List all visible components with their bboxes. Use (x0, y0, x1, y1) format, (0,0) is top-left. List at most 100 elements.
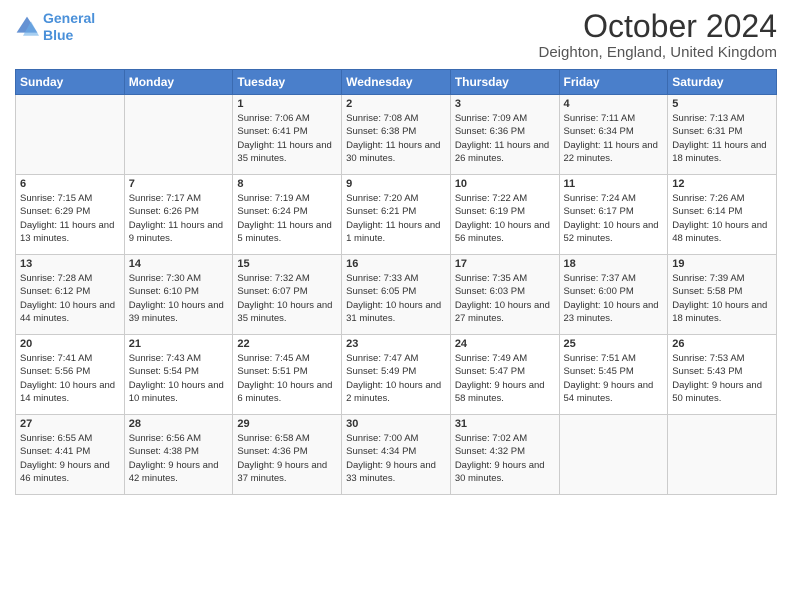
day-content: Sunrise: 7:28 AMSunset: 6:12 PMDaylight:… (20, 272, 120, 325)
day-content: Sunrise: 7:35 AMSunset: 6:03 PMDaylight:… (455, 272, 555, 325)
day-content: Sunrise: 7:08 AMSunset: 6:38 PMDaylight:… (346, 112, 446, 165)
day-cell: 18Sunrise: 7:37 AMSunset: 6:00 PMDayligh… (559, 255, 668, 335)
day-content: Sunrise: 6:58 AMSunset: 4:36 PMDaylight:… (237, 432, 337, 485)
day-content: Sunrise: 7:32 AMSunset: 6:07 PMDaylight:… (237, 272, 337, 325)
day-number: 10 (455, 178, 555, 190)
day-content: Sunrise: 7:19 AMSunset: 6:24 PMDaylight:… (237, 192, 337, 245)
day-number: 31 (455, 418, 555, 430)
day-content: Sunrise: 7:26 AMSunset: 6:14 PMDaylight:… (672, 192, 772, 245)
day-number: 20 (20, 338, 120, 350)
day-cell: 21Sunrise: 7:43 AMSunset: 5:54 PMDayligh… (124, 335, 233, 415)
day-cell: 16 Sunrise: 7:33 AMSunset: 6:05 PMDayligh… (342, 255, 451, 335)
header-cell-sunday: Sunday (16, 70, 125, 95)
day-cell: 30Sunrise: 7:00 AMSunset: 4:34 PMDayligh… (342, 415, 451, 495)
header: General Blue October 2024 Deighton, Engl… (15, 10, 777, 61)
day-cell: 15 Sunrise: 7:32 AMSunset: 6:07 PMDayligh… (233, 255, 342, 335)
day-number: 11 (564, 178, 664, 190)
day-content: Sunrise: 6:55 AMSunset: 4:41 PMDaylight:… (20, 432, 120, 485)
logo-line2: Blue (43, 27, 73, 43)
day-cell: 6 Sunrise: 7:15 AMSunset: 6:29 PMDaylight… (16, 175, 125, 255)
page: General Blue October 2024 Deighton, Engl… (0, 0, 792, 612)
day-cell: 20Sunrise: 7:41 AMSunset: 5:56 PMDayligh… (16, 335, 125, 415)
day-cell: 4 Sunrise: 7:11 AMSunset: 6:34 PMDaylight… (559, 95, 668, 175)
day-cell: 27 Sunrise: 6:55 AMSunset: 4:41 PMDayligh… (16, 415, 125, 495)
day-cell: 1Sunrise: 7:06 AMSunset: 6:41 PMDaylight… (233, 95, 342, 175)
week-row-3: 13 Sunrise: 7:28 AMSunset: 6:12 PMDayligh… (16, 255, 777, 335)
day-number: 12 (672, 178, 772, 190)
day-cell: 12 Sunrise: 7:26 AMSunset: 6:14 PMDayligh… (668, 175, 777, 255)
day-content: Sunrise: 7:37 AMSunset: 6:00 PMDaylight:… (564, 272, 664, 325)
day-number: 27 (20, 418, 120, 430)
day-number: 5 (672, 98, 772, 110)
day-content: Sunrise: 7:02 AMSunset: 4:32 PMDaylight:… (455, 432, 555, 485)
day-cell: 19Sunrise: 7:39 AMSunset: 5:58 PMDayligh… (668, 255, 777, 335)
header-cell-wednesday: Wednesday (342, 70, 451, 95)
day-number: 16 (346, 258, 446, 270)
day-content: Sunrise: 7:15 AMSunset: 6:29 PMDaylight:… (20, 192, 120, 245)
day-content: Sunrise: 7:47 AMSunset: 5:49 PMDaylight:… (346, 352, 446, 405)
day-content: Sunrise: 7:00 AMSunset: 4:34 PMDaylight:… (346, 432, 446, 485)
day-content: Sunrise: 7:39 AMSunset: 5:58 PMDaylight:… (672, 272, 772, 325)
header-cell-friday: Friday (559, 70, 668, 95)
header-cell-saturday: Saturday (668, 70, 777, 95)
header-cell-monday: Monday (124, 70, 233, 95)
day-number: 3 (455, 98, 555, 110)
day-content: Sunrise: 7:09 AMSunset: 6:36 PMDaylight:… (455, 112, 555, 165)
day-number: 17 (455, 258, 555, 270)
day-content: Sunrise: 7:11 AMSunset: 6:34 PMDaylight:… (564, 112, 664, 165)
day-cell: 24 Sunrise: 7:49 AMSunset: 5:47 PMDayligh… (450, 335, 559, 415)
day-number: 29 (237, 418, 337, 430)
calendar-header: SundayMondayTuesdayWednesdayThursdayFrid… (16, 70, 777, 95)
day-number: 15 (237, 258, 337, 270)
day-cell: 7Sunrise: 7:17 AMSunset: 6:26 PMDaylight… (124, 175, 233, 255)
day-number: 13 (20, 258, 120, 270)
day-cell: 14Sunrise: 7:30 AMSunset: 6:10 PMDayligh… (124, 255, 233, 335)
day-cell (668, 415, 777, 495)
day-content: Sunrise: 7:20 AMSunset: 6:21 PMDaylight:… (346, 192, 446, 245)
day-number: 23 (346, 338, 446, 350)
day-cell: 8 Sunrise: 7:19 AMSunset: 6:24 PMDaylight… (233, 175, 342, 255)
day-content: Sunrise: 7:30 AMSunset: 6:10 PMDaylight:… (129, 272, 229, 325)
day-number: 25 (564, 338, 664, 350)
location: Deighton, England, United Kingdom (539, 44, 778, 61)
week-row-5: 27 Sunrise: 6:55 AMSunset: 4:41 PMDayligh… (16, 415, 777, 495)
logo-text: General Blue (43, 10, 95, 44)
day-cell: 25Sunrise: 7:51 AMSunset: 5:45 PMDayligh… (559, 335, 668, 415)
day-number: 2 (346, 98, 446, 110)
logo-line1: General (43, 10, 95, 26)
day-number: 6 (20, 178, 120, 190)
day-number: 9 (346, 178, 446, 190)
day-content: Sunrise: 7:24 AMSunset: 6:17 PMDaylight:… (564, 192, 664, 245)
month-title: October 2024 (539, 10, 778, 42)
day-number: 8 (237, 178, 337, 190)
calendar-body: 1Sunrise: 7:06 AMSunset: 6:41 PMDaylight… (16, 95, 777, 495)
day-cell: 10 Sunrise: 7:22 AMSunset: 6:19 PMDayligh… (450, 175, 559, 255)
day-content: Sunrise: 7:33 AMSunset: 6:05 PMDaylight:… (346, 272, 446, 325)
day-content: Sunrise: 6:56 AMSunset: 4:38 PMDaylight:… (129, 432, 229, 485)
day-content: Sunrise: 7:22 AMSunset: 6:19 PMDaylight:… (455, 192, 555, 245)
day-cell: 28 Sunrise: 6:56 AMSunset: 4:38 PMDayligh… (124, 415, 233, 495)
day-cell: 17 Sunrise: 7:35 AMSunset: 6:03 PMDayligh… (450, 255, 559, 335)
day-cell: 5 Sunrise: 7:13 AMSunset: 6:31 PMDaylight… (668, 95, 777, 175)
header-cell-tuesday: Tuesday (233, 70, 342, 95)
day-number: 28 (129, 418, 229, 430)
day-content: Sunrise: 7:43 AMSunset: 5:54 PMDaylight:… (129, 352, 229, 405)
day-number: 4 (564, 98, 664, 110)
day-cell: 2 Sunrise: 7:08 AMSunset: 6:38 PMDaylight… (342, 95, 451, 175)
logo: General Blue (15, 10, 95, 44)
day-cell: 23 Sunrise: 7:47 AMSunset: 5:49 PMDayligh… (342, 335, 451, 415)
day-content: Sunrise: 7:06 AMSunset: 6:41 PMDaylight:… (237, 112, 337, 165)
calendar-table: SundayMondayTuesdayWednesdayThursdayFrid… (15, 69, 777, 495)
week-row-2: 6 Sunrise: 7:15 AMSunset: 6:29 PMDaylight… (16, 175, 777, 255)
day-content: Sunrise: 7:49 AMSunset: 5:47 PMDaylight:… (455, 352, 555, 405)
logo-icon (15, 15, 39, 39)
day-cell: 22Sunrise: 7:45 AMSunset: 5:51 PMDayligh… (233, 335, 342, 415)
day-content: Sunrise: 7:53 AMSunset: 5:43 PMDaylight:… (672, 352, 772, 405)
day-cell: 3 Sunrise: 7:09 AMSunset: 6:36 PMDaylight… (450, 95, 559, 175)
day-number: 26 (672, 338, 772, 350)
day-content: Sunrise: 7:17 AMSunset: 6:26 PMDaylight:… (129, 192, 229, 245)
day-cell: 13 Sunrise: 7:28 AMSunset: 6:12 PMDayligh… (16, 255, 125, 335)
day-content: Sunrise: 7:13 AMSunset: 6:31 PMDaylight:… (672, 112, 772, 165)
day-number: 24 (455, 338, 555, 350)
day-cell: 29 Sunrise: 6:58 AMSunset: 4:36 PMDayligh… (233, 415, 342, 495)
